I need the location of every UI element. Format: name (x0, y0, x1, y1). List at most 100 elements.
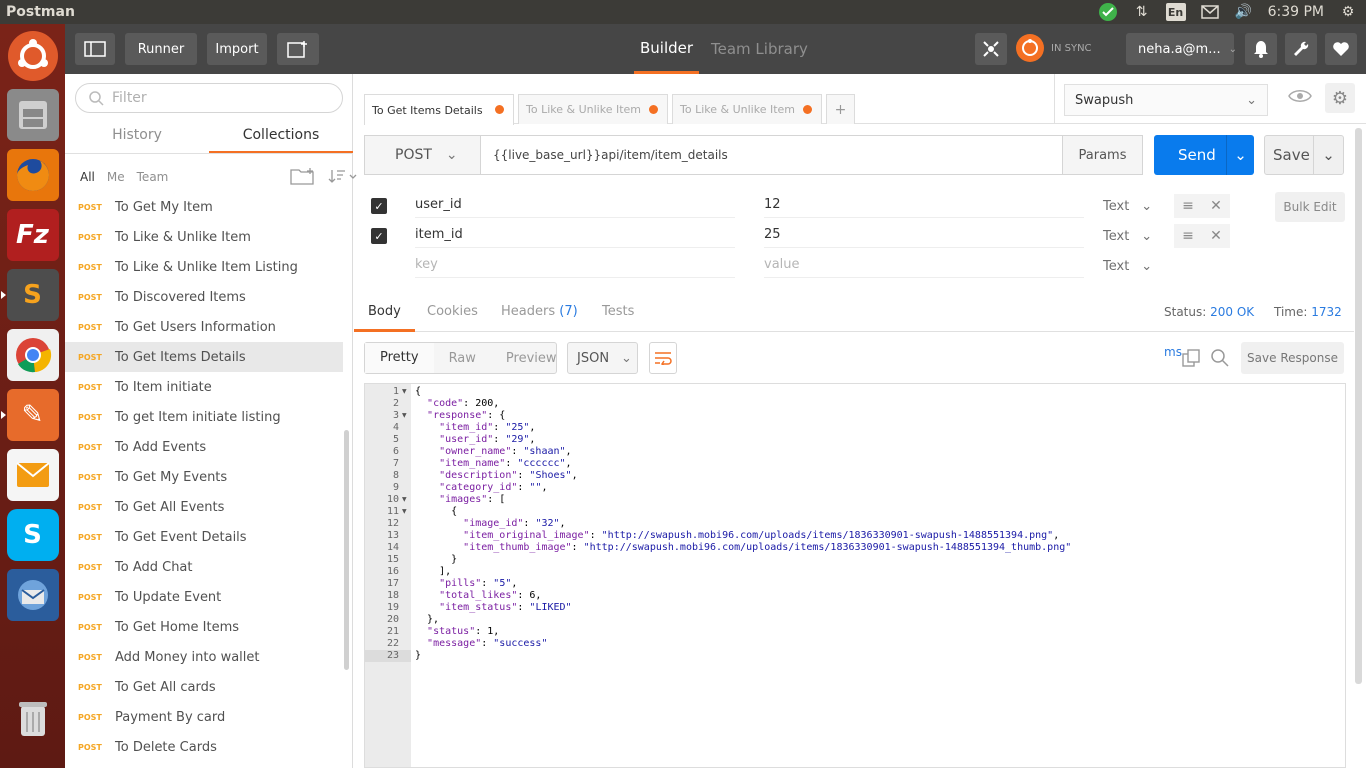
collection-request-item[interactable]: POST To Get Event Details (65, 522, 343, 552)
toggle-sidebar-button[interactable] (75, 33, 115, 65)
skype-icon[interactable]: S (6, 509, 59, 561)
thunderbird-icon[interactable] (6, 569, 59, 621)
param-value-input[interactable]: 12 (764, 194, 1084, 218)
volume-icon[interactable]: 🔊 (1234, 3, 1254, 21)
copy-icon[interactable] (1182, 342, 1200, 374)
delete-param-icon[interactable]: ✕ (1210, 198, 1222, 214)
sort-icon[interactable] (328, 168, 358, 187)
environment-settings-gear-icon[interactable]: ⚙ (1325, 83, 1355, 113)
param-type-select[interactable]: Text ⌄ (1103, 229, 1152, 244)
tab-history[interactable]: History (65, 118, 209, 154)
ubuntu-icon[interactable] (7, 31, 58, 81)
sync-indicator[interactable]: IN SYNC (1015, 33, 1092, 63)
drag-handle-icon[interactable]: ≡ (1182, 228, 1194, 244)
eye-icon[interactable] (1288, 88, 1312, 108)
collection-request-item[interactable]: POST To Like & Unlike Item (65, 222, 343, 252)
tab-collections[interactable]: Collections (209, 118, 353, 154)
collection-request-item[interactable]: POST To Get Home Items (65, 612, 343, 642)
sidebar-scrollbar[interactable] (344, 430, 349, 670)
new-window-button[interactable] (277, 33, 319, 65)
tab-tests[interactable]: Tests (602, 292, 634, 332)
view-raw-button[interactable]: Raw (434, 351, 491, 366)
collection-request-item[interactable]: POST To Update Event (65, 582, 343, 612)
collection-request-item[interactable]: POST To Like & Unlike Item Listing (65, 252, 343, 282)
param-type-select[interactable]: Text ⌄ (1103, 199, 1152, 214)
mail-client-icon[interactable] (6, 449, 59, 501)
filter-team[interactable]: Team (137, 170, 169, 184)
sync-check-icon[interactable] (1098, 3, 1118, 21)
param-enabled-checkbox[interactable]: ✓ (371, 198, 387, 214)
wrap-lines-button[interactable] (649, 342, 677, 374)
settings-button[interactable] (1285, 33, 1317, 65)
send-options-chevron-icon[interactable]: ⌄ (1226, 135, 1254, 175)
param-value-input[interactable]: 25 (764, 224, 1084, 248)
collection-request-item[interactable]: POST Payment By card (65, 702, 343, 732)
param-key-input[interactable]: user_id (415, 194, 735, 218)
collection-request-item[interactable]: POST To Discovered Items (65, 282, 343, 312)
collection-request-item[interactable]: POST Add Money into wallet (65, 642, 343, 672)
params-button[interactable]: Params (1062, 135, 1143, 175)
new-value-input[interactable]: value (764, 254, 1084, 278)
collection-request-item[interactable]: POST To Delete Cards (65, 732, 343, 762)
chrome-icon[interactable] (6, 329, 59, 381)
fold-toggle-icon[interactable]: ▼ (402, 388, 407, 395)
collection-request-item[interactable]: POST To Get My Item (65, 192, 343, 222)
trash-icon[interactable] (7, 692, 59, 744)
fold-toggle-icon[interactable]: ▼ (402, 412, 407, 419)
tab-team-library[interactable]: Team Library (711, 24, 808, 74)
collection-request-item[interactable]: POST To Get My Events (65, 462, 343, 492)
request-tab[interactable]: To Like & Unlike Item (672, 94, 822, 124)
format-select[interactable]: JSON ⌄ (567, 342, 638, 374)
sublime-icon[interactable]: S (0, 269, 59, 321)
main-scrollbar[interactable] (1355, 128, 1362, 684)
tab-body[interactable]: Body (354, 292, 415, 332)
filezilla-icon[interactable]: Fz (6, 209, 59, 261)
delete-param-icon[interactable]: ✕ (1210, 228, 1222, 244)
url-input[interactable]: {{live_base_url}}api/item/item_details (480, 135, 1063, 175)
tab-headers[interactable]: Headers (7) (501, 292, 578, 332)
import-button[interactable]: Import (207, 33, 267, 65)
interceptor-button[interactable] (975, 33, 1007, 65)
firefox-icon[interactable] (6, 149, 59, 201)
user-menu[interactable]: neha.a@m... ⌄ (1126, 33, 1237, 65)
mail-icon[interactable] (1200, 3, 1220, 21)
keyboard-language-indicator[interactable]: En (1165, 3, 1186, 21)
new-key-input[interactable]: key (415, 254, 735, 278)
new-folder-icon[interactable] (290, 167, 316, 188)
param-enabled-checkbox[interactable]: ✓ (371, 228, 387, 244)
collection-request-item[interactable]: POST To Get Items Details (65, 342, 343, 372)
param-type-select[interactable]: Text ⌄ (1103, 259, 1152, 274)
drag-handle-icon[interactable]: ≡ (1182, 198, 1194, 214)
param-key-input[interactable]: item_id (415, 224, 735, 248)
fold-toggle-icon[interactable]: ▼ (402, 508, 407, 515)
view-pretty-button[interactable]: Pretty (365, 343, 434, 373)
tab-builder[interactable]: Builder (634, 24, 700, 74)
collection-request-item[interactable]: POST To get Item initiate listing (65, 402, 343, 432)
collection-request-item[interactable]: POST To Add Events (65, 432, 343, 462)
settings-gear-icon[interactable]: ⚙ (1338, 3, 1358, 21)
environment-select[interactable]: Swapush ⌄ (1064, 84, 1268, 116)
network-icon[interactable]: ⇅ (1132, 3, 1152, 21)
filter-me[interactable]: Me (107, 170, 125, 184)
method-select[interactable]: POST ⌄ (364, 135, 481, 175)
notifications-button[interactable] (1245, 33, 1277, 65)
runner-button[interactable]: Runner (125, 33, 197, 65)
files-icon[interactable] (6, 89, 59, 141)
bulk-edit-button[interactable]: Bulk Edit (1275, 192, 1345, 222)
tab-cookies[interactable]: Cookies (427, 292, 478, 332)
collection-request-item[interactable]: POST To Get All cards (65, 672, 343, 702)
send-button[interactable]: Send ⌄ (1154, 135, 1254, 175)
postman-icon[interactable]: ✎ (0, 389, 59, 441)
view-preview-button[interactable]: Preview (491, 351, 572, 366)
search-response-icon[interactable] (1211, 342, 1229, 374)
new-tab-button[interactable]: + (826, 94, 855, 124)
request-tab[interactable]: To Like & Unlike Item (518, 94, 668, 124)
fold-toggle-icon[interactable]: ▼ (402, 496, 407, 503)
request-tab[interactable]: To Get Items Details (364, 94, 514, 125)
save-button[interactable]: Save ⌄ (1264, 135, 1344, 175)
collection-request-item[interactable]: POST To Get Users Information (65, 312, 343, 342)
clock[interactable]: 6:39 PM (1268, 4, 1324, 20)
filter-input[interactable]: Filter (75, 83, 343, 113)
collection-request-item[interactable]: POST To Get All Events (65, 492, 343, 522)
save-response-button[interactable]: Save Response (1241, 342, 1344, 374)
